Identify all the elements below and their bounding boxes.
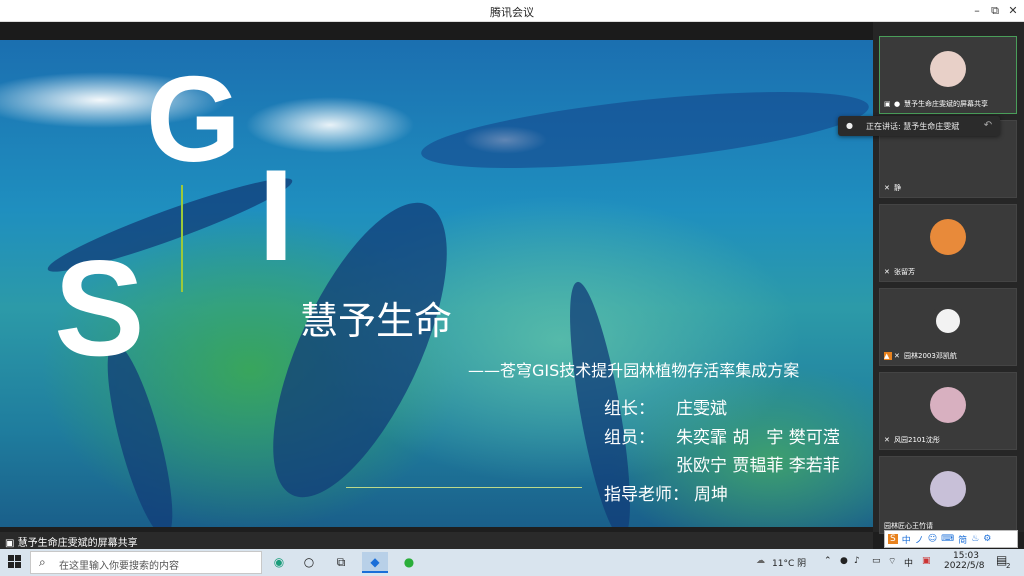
- network-icon[interactable]: ⌔: [888, 556, 896, 567]
- language-indicator[interactable]: 中: [904, 556, 913, 569]
- reply-icon[interactable]: ↶: [980, 118, 996, 134]
- clock-time: 15:03: [953, 551, 979, 561]
- speaking-text: 正在讲话: 慧予生命庄雯斌: [866, 122, 960, 131]
- leader-name: 庄雯斌: [676, 399, 727, 419]
- avatar: [930, 303, 966, 339]
- leader-label: 组长：: [604, 399, 655, 419]
- calendar-app-icon[interactable]: ▣: [922, 556, 931, 566]
- search-icon: ⌕: [39, 555, 46, 569]
- participant-label: ▣ ● 慧予生命庄雯斌的屏幕共享: [884, 99, 988, 109]
- tray-chevron-icon[interactable]: ⌃: [824, 556, 832, 566]
- avatar: [930, 387, 966, 423]
- slide-river: [418, 76, 872, 184]
- wechat-icon[interactable]: ●: [396, 552, 422, 573]
- slide-letter-i: I: [258, 142, 295, 288]
- members-line-2: 张欧宁 贾韫菲 李若菲: [676, 456, 840, 476]
- mic-muted-icon: ✕: [884, 436, 890, 444]
- edge-browser-icon[interactable]: ◉: [266, 552, 292, 573]
- share-status-bar: ▣ 慧予生命庄雯斌的屏幕共享: [0, 532, 873, 549]
- shared-slide: G I S 慧予生命 ——苍穹GIS技术提升园林植物存活率集成方案 组长： 庄雯…: [0, 40, 873, 527]
- participant-name: 张留芳: [894, 268, 915, 276]
- slide-accent-line: [181, 185, 183, 292]
- volume-icon[interactable]: ♪: [854, 556, 860, 566]
- slide-divider: [346, 487, 582, 488]
- speaking-indicator: ● 正在讲话: 慧予生命庄雯斌 ↶: [838, 116, 1000, 136]
- mic-muted-icon: ✕: [884, 268, 890, 276]
- taskbar-search-input[interactable]: ⌕ 在这里输入你要搜索的内容: [30, 551, 262, 574]
- participant-name: 慧予生命庄雯斌的屏幕共享: [904, 100, 988, 108]
- participant-label: ▲ ✕ 园林2003邓凯航: [884, 351, 957, 361]
- participant-label: ✕ 风园2101沈彤: [884, 435, 940, 445]
- tencent-meeting-icon[interactable]: ◆: [362, 552, 388, 573]
- screen-share-icon: ▣: [884, 100, 891, 108]
- window-title: 腾讯会议: [490, 6, 534, 19]
- cortana-icon[interactable]: ○: [296, 552, 322, 573]
- ime-item[interactable]: ♨: [971, 534, 979, 544]
- windows-start-icon[interactable]: [8, 555, 22, 569]
- slide-letter-g: G: [146, 51, 241, 187]
- taskbar: ⌕ 在这里输入你要搜索的内容 ◉ ○ ⧉ ◆ ● ☁ 11°C 阴 ⌃ ● ♪ …: [0, 549, 1024, 576]
- participant-label: ✕ 静: [884, 183, 901, 193]
- slide-letter-s: S: [54, 232, 145, 384]
- weather-text[interactable]: 11°C 阴: [772, 556, 806, 569]
- participant-tile[interactable]: ▲ ✕ 园林2003邓凯航: [879, 288, 1017, 366]
- tray-mic-icon[interactable]: ●: [840, 556, 848, 566]
- title-bar: 腾讯会议 – ⧉ ✕: [0, 0, 1024, 22]
- weather-icon[interactable]: ☁: [756, 556, 765, 566]
- close-button[interactable]: ✕: [1002, 2, 1024, 20]
- members-label: 组员：: [604, 428, 655, 448]
- notification-count: 2: [1006, 562, 1011, 570]
- ime-item[interactable]: 简: [958, 533, 967, 546]
- clock[interactable]: 15:03 2022/5/8: [944, 551, 984, 571]
- advisor-name: 周坤: [694, 485, 728, 505]
- mic-icon: ●: [894, 100, 901, 108]
- search-placeholder: 在这里输入你要搜索的内容: [59, 561, 179, 572]
- clock-date: 2022/5/8: [944, 561, 985, 571]
- advisor-label: 指导老师：: [604, 485, 689, 505]
- participant-tile[interactable]: ✕ 张留芳: [879, 204, 1017, 282]
- ime-item[interactable]: ⚙: [983, 534, 991, 544]
- share-status-label: ▣ 慧予生命庄雯斌的屏幕共享: [5, 538, 138, 549]
- sogou-icon[interactable]: S: [888, 534, 898, 544]
- participant-label: ✕ 张留芳: [884, 267, 915, 277]
- slide-subtitle: ——苍穹GIS技术提升园林植物存活率集成方案: [468, 361, 800, 380]
- participant-tile[interactable]: ▣ ● 慧予生命庄雯斌的屏幕共享: [879, 36, 1017, 114]
- ime-toolbar[interactable]: S 中 ノ ☺ ⌨ 简 ♨ ⚙: [884, 530, 1018, 548]
- participant-tile[interactable]: 园林匠心王竹请: [879, 456, 1017, 534]
- avatar: [930, 51, 966, 87]
- members-line-1: 朱奕霏 胡 宇 樊可滢: [676, 428, 840, 448]
- participant-tile[interactable]: ✕ 风园2101沈彤: [879, 372, 1017, 450]
- battery-icon[interactable]: ▭: [872, 556, 881, 566]
- slide-title: 慧予生命: [300, 299, 453, 343]
- participant-name: 静: [894, 184, 901, 192]
- ime-item[interactable]: ☺: [928, 534, 937, 544]
- ime-item[interactable]: ノ: [915, 533, 924, 546]
- share-top-strip: [0, 22, 873, 40]
- avatar: [930, 219, 966, 255]
- user-icon: ▲: [884, 352, 892, 360]
- ime-item[interactable]: ⌨: [941, 534, 954, 544]
- participant-name: 风园2101沈彤: [894, 436, 940, 444]
- participant-name: 园林2003邓凯航: [904, 352, 957, 360]
- mic-icon: ●: [846, 121, 853, 130]
- mic-muted-icon: ✕: [884, 184, 890, 192]
- task-view-icon[interactable]: ⧉: [328, 552, 354, 573]
- ime-item[interactable]: 中: [902, 533, 911, 546]
- mic-muted-icon: ✕: [894, 352, 900, 360]
- avatar: [930, 471, 966, 507]
